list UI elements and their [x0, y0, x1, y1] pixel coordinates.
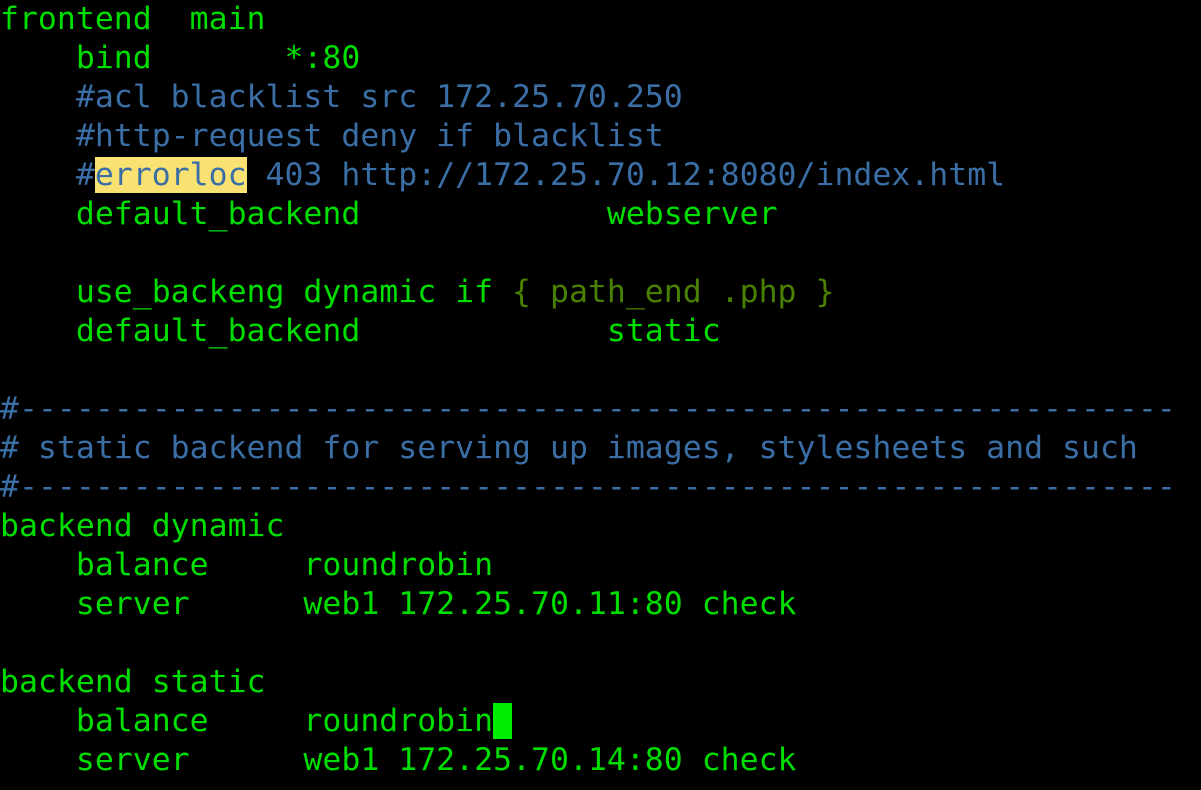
code-token: backend static [0, 664, 266, 700]
code-token: default_backend webserver [0, 196, 778, 232]
code-token: #http-request deny if blacklist [75, 118, 664, 154]
code-token: #---------------------------------------… [0, 469, 1176, 505]
code-line[interactable]: #errorloc 403 http://172.25.70.12:8080/i… [0, 156, 1201, 195]
code-token: { path_end .php } [512, 274, 835, 310]
code-line[interactable]: balance roundrobin [0, 546, 1201, 585]
code-line[interactable]: #acl blacklist src 172.25.70.250 [0, 78, 1201, 117]
code-line[interactable]: server web1 172.25.70.14:80 check [0, 741, 1201, 780]
code-line[interactable]: use_backeng dynamic if { path_end .php } [0, 273, 1201, 312]
code-token: #---------------------------------------… [0, 391, 1176, 427]
code-line[interactable] [0, 624, 1201, 663]
code-token: use_backeng dynamic if [0, 274, 513, 310]
code-line[interactable]: backend static [0, 663, 1201, 702]
code-token: default_backend static [0, 313, 721, 349]
code-token: # [75, 157, 95, 193]
code-line[interactable] [0, 351, 1201, 390]
editor-text-area[interactable]: frontend main bind *:80 #acl blacklist s… [0, 0, 1201, 780]
code-token: server web1 172.25.70.11:80 check [0, 586, 797, 622]
code-line[interactable]: balance roundrobin [0, 702, 1201, 741]
text-cursor [493, 703, 513, 739]
code-line[interactable]: #---------------------------------------… [0, 390, 1201, 429]
code-token: bind *:80 [0, 40, 361, 76]
code-line[interactable]: bind *:80 [0, 39, 1201, 78]
code-token: frontend main [0, 1, 266, 37]
code-line[interactable]: frontend main [0, 0, 1201, 39]
terminal-window[interactable]: frontend main bind *:80 #acl blacklist s… [0, 0, 1201, 790]
code-token: # static backend for serving up images, … [0, 430, 1138, 466]
code-line[interactable] [0, 234, 1201, 273]
code-line[interactable]: default_backend static [0, 312, 1201, 351]
code-token: backend dynamic [0, 508, 285, 544]
code-token: #acl blacklist src 172.25.70.250 [75, 79, 683, 115]
code-token: balance roundrobin [0, 547, 494, 583]
code-token: server web1 172.25.70.14:80 check [0, 742, 797, 778]
code-token: balance roundrobin [0, 703, 494, 739]
search-match-highlight: errorloc [94, 157, 247, 193]
code-line[interactable]: #---------------------------------------… [0, 468, 1201, 507]
code-token: 403 http://172.25.70.12:8080/index.html [246, 157, 1006, 193]
code-line[interactable]: server web1 172.25.70.11:80 check [0, 585, 1201, 624]
code-line[interactable]: # static backend for serving up images, … [0, 429, 1201, 468]
code-line[interactable]: backend dynamic [0, 507, 1201, 546]
code-line[interactable]: default_backend webserver [0, 195, 1201, 234]
code-line[interactable]: #http-request deny if blacklist [0, 117, 1201, 156]
